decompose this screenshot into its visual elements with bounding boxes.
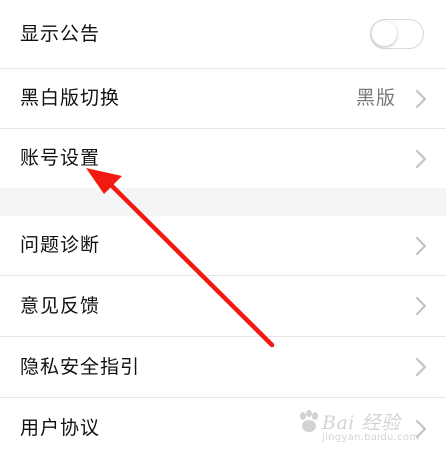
toggle-knob bbox=[372, 21, 397, 46]
chevron-right-icon bbox=[410, 418, 432, 440]
settings-row-account[interactable]: 账号设置 bbox=[0, 129, 446, 188]
settings-screen: 显示公告 黑白版切换 黑版 账号设置 问题诊断 意见反馈 隐私安全指引 用户协议… bbox=[0, 0, 446, 459]
announcement-toggle[interactable] bbox=[370, 19, 424, 49]
settings-row-label: 显示公告 bbox=[20, 22, 101, 45]
theme-current-value: 黑版 bbox=[355, 87, 396, 109]
settings-row-privacy[interactable]: 隐私安全指引 bbox=[0, 337, 446, 397]
chevron-right-icon bbox=[410, 235, 432, 257]
settings-row-feedback[interactable]: 意见反馈 bbox=[0, 276, 446, 336]
settings-row-label: 用户协议 bbox=[20, 417, 101, 439]
chevron-right-icon bbox=[410, 295, 432, 317]
settings-row-label: 隐私安全指引 bbox=[20, 355, 141, 378]
settings-row-label: 问题诊断 bbox=[20, 234, 101, 256]
section-gap bbox=[0, 188, 446, 216]
settings-row-diagnosis[interactable]: 问题诊断 bbox=[0, 216, 446, 275]
settings-row-label: 黑白版切换 bbox=[20, 87, 121, 109]
chevron-right-icon bbox=[410, 88, 432, 110]
settings-row-show-announcement[interactable]: 显示公告 bbox=[0, 0, 446, 68]
chevron-right-icon bbox=[410, 148, 432, 170]
chevron-right-icon bbox=[410, 356, 432, 378]
settings-row-theme-switch[interactable]: 黑白版切换 黑版 bbox=[0, 69, 446, 128]
settings-row-user-agreement[interactable]: 用户协议 bbox=[0, 398, 446, 459]
settings-row-label: 账号设置 bbox=[20, 147, 101, 169]
settings-row-label: 意见反馈 bbox=[20, 294, 101, 317]
